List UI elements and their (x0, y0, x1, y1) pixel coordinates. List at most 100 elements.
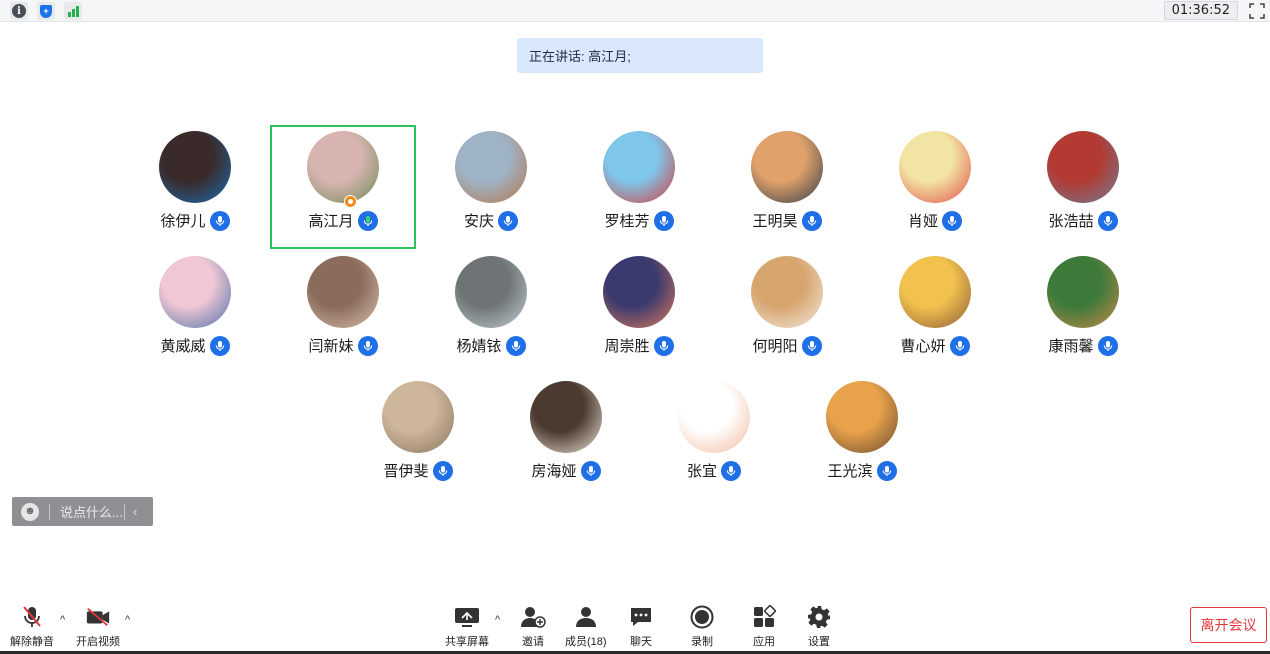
participant-tile[interactable]: 张浩喆 (1010, 125, 1156, 249)
participant-name-row: 杨婧铱 (418, 335, 564, 356)
mic-icon (653, 335, 674, 356)
participant-tile[interactable]: 高江月 (270, 125, 416, 249)
participant-name: 王明昊 (752, 213, 798, 230)
speaking-label: 正在讲话: (529, 49, 589, 64)
participant-name: 罗桂芳 (604, 213, 650, 230)
mic-icon (721, 460, 741, 481)
mic-icon (498, 210, 518, 231)
participant-name: 肖娅 (907, 213, 938, 230)
avatar (826, 381, 898, 453)
participant-tile[interactable]: 张宜 (641, 375, 787, 499)
participant-tile[interactable]: 肖娅 (862, 125, 1008, 249)
avatar (455, 131, 527, 203)
participant-tile[interactable]: 曹心妍 (862, 250, 1008, 374)
participant-name: 房海娅 (531, 463, 577, 480)
mic-speaking-icon (357, 210, 378, 231)
info-icon[interactable]: i (10, 2, 28, 20)
mic-icon (653, 210, 674, 231)
participant-name: 黄威威 (160, 338, 206, 355)
participant-tile[interactable]: 王明昊 (714, 125, 860, 249)
participant-name-row: 房海娅 (493, 460, 639, 481)
avatar (307, 256, 379, 328)
participant-tile[interactable]: 黄威威 (122, 250, 268, 374)
invite-button[interactable]: 邀请 (520, 604, 546, 649)
participant-name-row: 王光滨 (789, 460, 935, 481)
mic-icon (949, 335, 970, 356)
participant-name-row: 高江月 (272, 210, 414, 231)
person-icon (573, 604, 599, 630)
participant-tile[interactable]: 罗桂芳 (566, 125, 712, 249)
meeting-timer: 01:36:52 (1163, 1, 1238, 20)
mic-icon (801, 210, 822, 231)
avatar (159, 131, 231, 203)
participant-tile[interactable]: 晋伊斐 (345, 375, 491, 499)
participant-tile[interactable]: 王光滨 (789, 375, 935, 499)
network-signal-icon[interactable] (64, 2, 82, 20)
emoji-icon[interactable]: ☻ (21, 502, 39, 521)
fullscreen-icon[interactable] (1249, 3, 1265, 19)
chat-input[interactable]: 说点什么... (60, 502, 124, 521)
mic-icon (209, 210, 230, 231)
avatar (159, 256, 231, 328)
participant-name-row: 肖娅 (862, 210, 1008, 231)
participant-tile[interactable]: 康雨馨 (1010, 250, 1156, 374)
chevron-left-icon[interactable]: ‹ (133, 504, 137, 519)
participant-name: 周崇胜 (604, 338, 650, 355)
participant-tile[interactable]: 周崇胜 (566, 250, 712, 374)
participant-name: 高江月 (308, 213, 354, 230)
info-glyph: i (12, 4, 26, 18)
gear-icon (806, 604, 832, 630)
apps-button[interactable]: 应用 (751, 604, 777, 649)
security-shield-icon[interactable]: + (37, 2, 55, 20)
leave-meeting-button[interactable]: 离开会议 (1190, 607, 1267, 643)
participant-name-row: 罗桂芳 (566, 210, 712, 231)
muted-mic-icon (19, 604, 45, 630)
record-icon (689, 604, 715, 630)
participant-name: 安庆 (463, 213, 494, 230)
mic-icon (1097, 335, 1118, 356)
participant-tile[interactable]: 何明阳 (714, 250, 860, 374)
invite-label: 邀请 (522, 636, 544, 648)
participant-tile[interactable]: 房海娅 (493, 375, 639, 499)
participant-name: 张宜 (686, 463, 717, 480)
mic-icon (1097, 210, 1118, 231)
audio-options-caret[interactable]: ^ (60, 614, 65, 626)
chat-button[interactable]: 聊天 (628, 604, 654, 649)
participant-name-row: 何明阳 (714, 335, 860, 356)
host-badge-icon (344, 195, 357, 208)
participant-name: 晋伊斐 (383, 463, 429, 480)
participant-name-row: 徐伊儿 (122, 210, 268, 231)
participant-name: 闫新妹 (308, 338, 354, 355)
apps-grid-icon (751, 604, 777, 630)
participant-tile[interactable]: 杨婧铱 (418, 250, 564, 374)
record-button[interactable]: 录制 (689, 604, 715, 649)
chat-input-bar[interactable]: ☻ 说点什么... ‹ (12, 497, 153, 526)
participant-name-row: 张浩喆 (1010, 210, 1156, 231)
participant-name: 杨婧铱 (456, 338, 502, 355)
avatar (899, 131, 971, 203)
settings-button[interactable]: 设置 (806, 604, 832, 649)
participant-tile[interactable]: 徐伊儿 (122, 125, 268, 249)
participant-name: 王光滨 (827, 463, 873, 480)
video-options-caret[interactable]: ^ (125, 614, 130, 626)
participant-tile[interactable]: 安庆 (418, 125, 564, 249)
participant-tile[interactable]: 闫新妹 (270, 250, 416, 374)
unmute-button[interactable]: 解除静音 (10, 604, 54, 649)
avatar (1047, 256, 1119, 328)
mic-icon (801, 335, 822, 356)
members-button[interactable]: 成员(18) (565, 604, 607, 649)
avatar (530, 381, 602, 453)
speaking-speaker: 高江月; (588, 49, 631, 64)
participant-name: 曹心妍 (900, 338, 946, 355)
chat-label: 聊天 (630, 636, 652, 648)
mic-icon (942, 210, 962, 231)
add-person-icon (520, 604, 546, 630)
share-screen-button[interactable]: 共享屏幕 (445, 604, 489, 649)
speaking-banner: 正在讲话: 高江月; (517, 38, 763, 73)
participant-name-row: 晋伊斐 (345, 460, 491, 481)
avatar (1047, 131, 1119, 203)
start-video-button[interactable]: 开启视频 (76, 604, 120, 649)
mic-icon (209, 335, 230, 356)
mic-icon (357, 335, 378, 356)
share-options-caret[interactable]: ^ (495, 614, 500, 626)
